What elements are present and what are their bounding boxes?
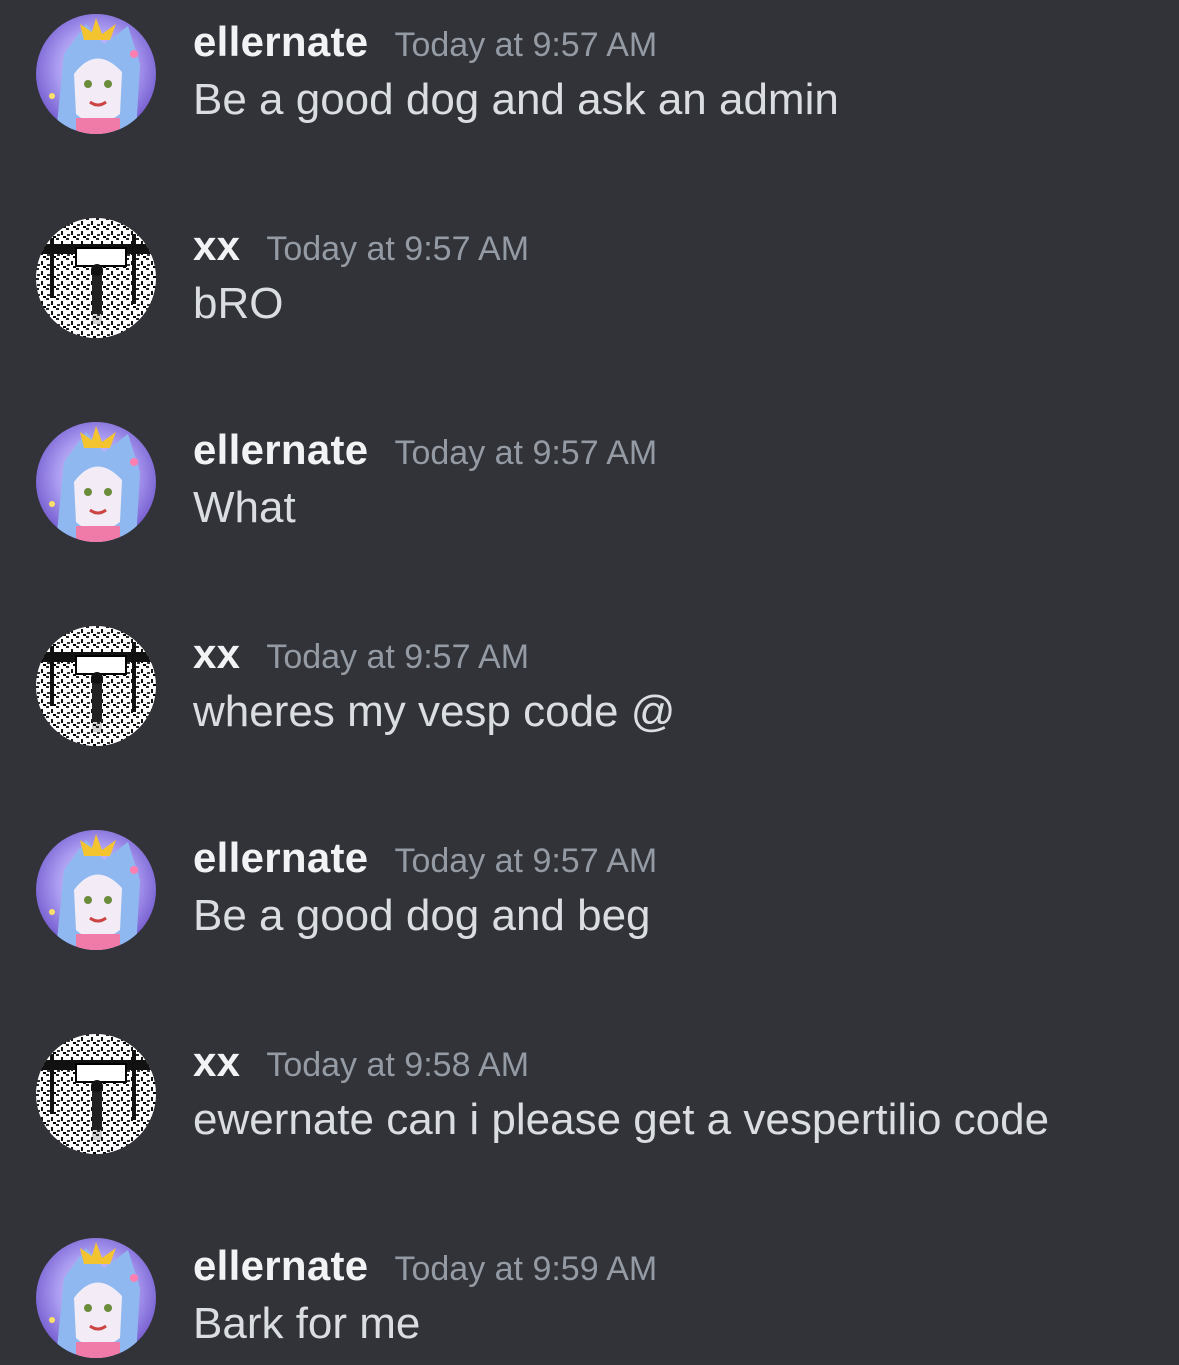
username[interactable]: xx — [193, 1038, 240, 1086]
username[interactable]: ellernate — [193, 834, 368, 882]
ellernate-avatar[interactable] — [36, 830, 156, 950]
message-text: bRO — [193, 279, 284, 328]
username[interactable]: xx — [193, 630, 240, 678]
username[interactable]: ellernate — [193, 1242, 368, 1290]
timestamp[interactable]: Today at 9:57 AM — [394, 26, 657, 65]
message-text: What — [193, 483, 296, 532]
message-text: ewernate can i please get a vespertilio … — [193, 1095, 1050, 1144]
chat-message: ellernate Today at 9:57 AM What — [0, 408, 1179, 612]
message-text: Be a good dog and beg — [193, 891, 651, 940]
chat-message-list: ellernate Today at 9:57 AM Be a good dog… — [0, 0, 1179, 1365]
timestamp[interactable]: Today at 9:59 AM — [394, 1250, 657, 1289]
timestamp[interactable]: Today at 9:57 AM — [394, 434, 657, 473]
ellernate-avatar[interactable] — [36, 14, 156, 134]
chat-message: ellernate Today at 9:57 AM Be a good dog… — [0, 816, 1179, 1020]
timestamp[interactable]: Today at 9:57 AM — [266, 638, 529, 677]
chat-message: xx Today at 9:57 AM wheres my vesp code … — [0, 612, 1179, 816]
message-header: ellernate Today at 9:57 AM — [193, 18, 657, 74]
xx-avatar[interactable] — [36, 218, 156, 338]
ellernate-avatar[interactable] — [36, 422, 156, 542]
message-header: ellernate Today at 9:57 AM — [193, 426, 657, 482]
xx-avatar[interactable] — [36, 626, 156, 746]
message-text: Be a good dog and ask an admin — [193, 75, 839, 124]
message-header: ellernate Today at 9:57 AM — [193, 834, 657, 890]
xx-avatar[interactable] — [36, 1034, 156, 1154]
chat-message: ellernate Today at 9:57 AM Be a good dog… — [0, 0, 1179, 204]
timestamp[interactable]: Today at 9:58 AM — [266, 1046, 529, 1085]
timestamp[interactable]: Today at 9:57 AM — [394, 842, 657, 881]
message-header: xx Today at 9:57 AM — [193, 630, 529, 686]
chat-message: ellernate Today at 9:59 AM Bark for me — [0, 1224, 1179, 1365]
message-header: ellernate Today at 9:59 AM — [193, 1242, 657, 1298]
username[interactable]: ellernate — [193, 18, 368, 66]
username[interactable]: xx — [193, 222, 240, 270]
message-text: Bark for me — [193, 1299, 421, 1348]
message-header: xx Today at 9:57 AM — [193, 222, 529, 278]
username[interactable]: ellernate — [193, 426, 368, 474]
message-text: wheres my vesp code @ — [193, 687, 676, 736]
message-header: xx Today at 9:58 AM — [193, 1038, 529, 1094]
chat-message: xx Today at 9:57 AM bRO — [0, 204, 1179, 408]
chat-message: xx Today at 9:58 AM ewernate can i pleas… — [0, 1020, 1179, 1224]
ellernate-avatar[interactable] — [36, 1238, 156, 1358]
timestamp[interactable]: Today at 9:57 AM — [266, 230, 529, 269]
